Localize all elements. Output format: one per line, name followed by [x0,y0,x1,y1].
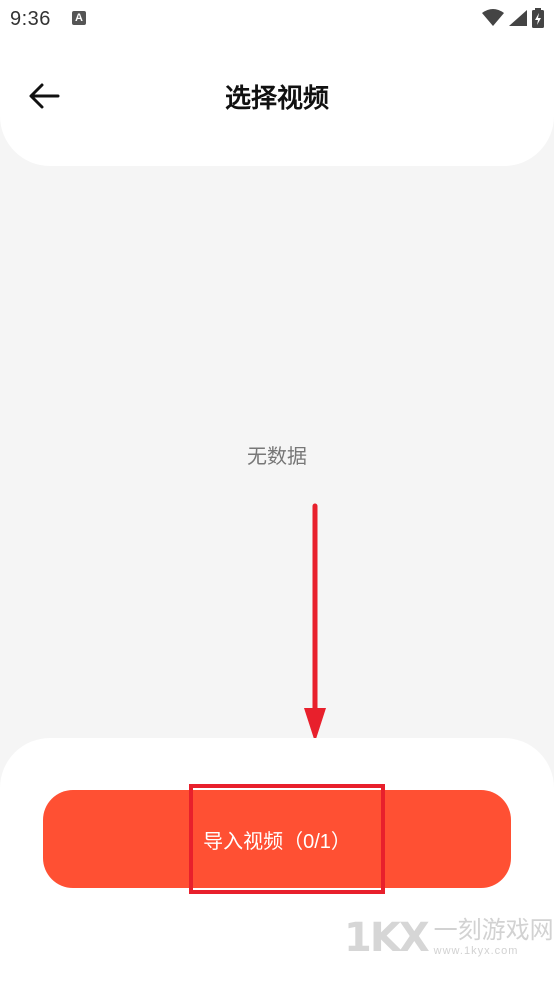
wifi-icon [482,9,504,26]
status-time: 9:36 [10,8,51,30]
page-title: 选择视频 [224,83,329,113]
watermark-url: www.1kyx.com [433,945,519,957]
watermark-name: 一刻游戏网 [433,917,554,944]
battery-icon [532,8,544,28]
annotation-arrow-icon [304,503,326,742]
cellular-signal-icon [509,10,527,26]
header: 选择视频 [0,38,554,166]
import-video-label: 导入视频（0/1） [203,830,351,853]
watermark: 1KX 一刻游戏网 www.1kyx.com [344,912,554,964]
empty-state-text: 无数据 [247,446,307,468]
status-icons [482,8,544,28]
import-video-button[interactable]: 导入视频（0/1） [43,790,511,888]
status-bar: 9:36 A [0,0,554,38]
watermark-logo: 1KX [344,915,430,961]
notification-icon: A [72,11,86,25]
